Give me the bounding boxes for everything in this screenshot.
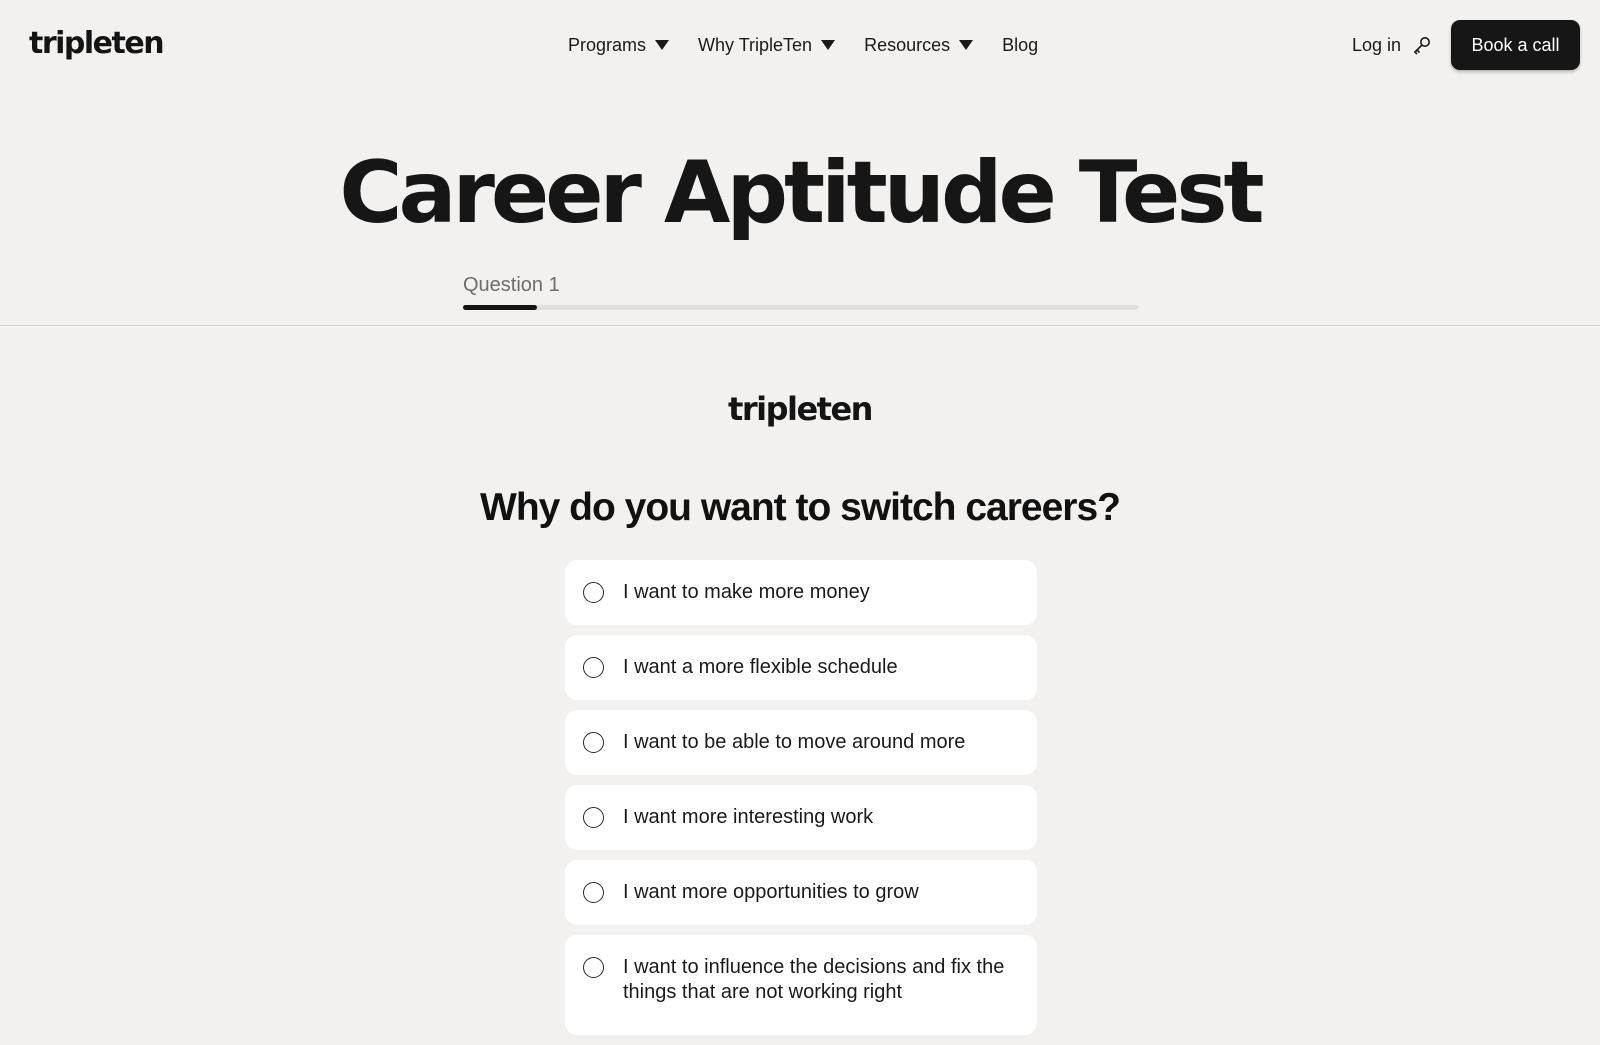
answer-option-label: I want more interesting work <box>623 806 874 828</box>
answer-option-label: I want to make more money <box>623 581 870 603</box>
nav-item-why-tripleten[interactable]: Why TripleTen <box>698 34 836 56</box>
answer-option[interactable]: I want to be able to move around more <box>565 710 1037 775</box>
caret-down-icon <box>821 40 836 50</box>
caret-down-icon <box>959 40 974 50</box>
answer-option-label: I want to be able to move around more <box>623 731 966 753</box>
section-divider <box>0 325 1600 326</box>
nav-item-label: Blog <box>1002 34 1039 55</box>
answer-option-label: I want more opportunities to grow <box>623 881 919 903</box>
answer-option-label: I want to influence the decisions and fi… <box>623 956 1005 1003</box>
login-link[interactable]: Log in <box>1352 30 1432 60</box>
book-a-call-button[interactable]: Book a call <box>1451 20 1580 70</box>
radio-button[interactable] <box>583 582 604 603</box>
nav-item-label: Why TripleTen <box>698 34 813 55</box>
key-icon <box>1414 37 1431 55</box>
radio-button[interactable] <box>583 732 604 753</box>
quiz-progress-fill <box>463 305 538 310</box>
page-title: Career Aptitude Test <box>339 143 1264 243</box>
answer-options: I want to make more money I want a more … <box>565 560 1037 1045</box>
answer-option[interactable]: I want to make more money <box>565 560 1037 625</box>
top-navigation: tripleten Programs Why TripleTen Resourc… <box>0 0 1600 90</box>
radio-button[interactable] <box>583 882 604 903</box>
nav-item-label: Programs <box>568 34 647 55</box>
caret-down-icon <box>655 40 670 50</box>
answer-option[interactable]: I want more interesting work <box>565 785 1037 850</box>
nav-item-programs[interactable]: Programs <box>568 34 670 56</box>
answer-option-label: I want a more flexible schedule <box>623 656 898 678</box>
radio-button[interactable] <box>583 957 604 978</box>
nav-item-blog[interactable]: Blog <box>1002 35 1038 56</box>
nav-item-resources[interactable]: Resources <box>864 34 974 56</box>
answer-option[interactable]: I want a more flexible schedule <box>565 635 1037 700</box>
quiz-logo: tripleten <box>728 390 873 428</box>
quiz-progress-bar <box>463 305 1138 310</box>
answer-option[interactable]: I want more opportunities to grow <box>565 860 1037 925</box>
radio-button[interactable] <box>583 807 604 828</box>
radio-button[interactable] <box>583 657 604 678</box>
answer-option[interactable]: I want to influence the decisions and fi… <box>565 935 1037 1035</box>
question-heading: Why do you want to switch careers? <box>480 486 1121 529</box>
main-nav: Programs Why TripleTen Resources Blog <box>568 30 1067 60</box>
nav-item-label: Resources <box>864 34 951 55</box>
question-counter: Question 1 <box>463 274 560 296</box>
tripleten-logo[interactable]: tripleten <box>29 24 165 64</box>
login-label: Log in <box>1352 34 1402 55</box>
